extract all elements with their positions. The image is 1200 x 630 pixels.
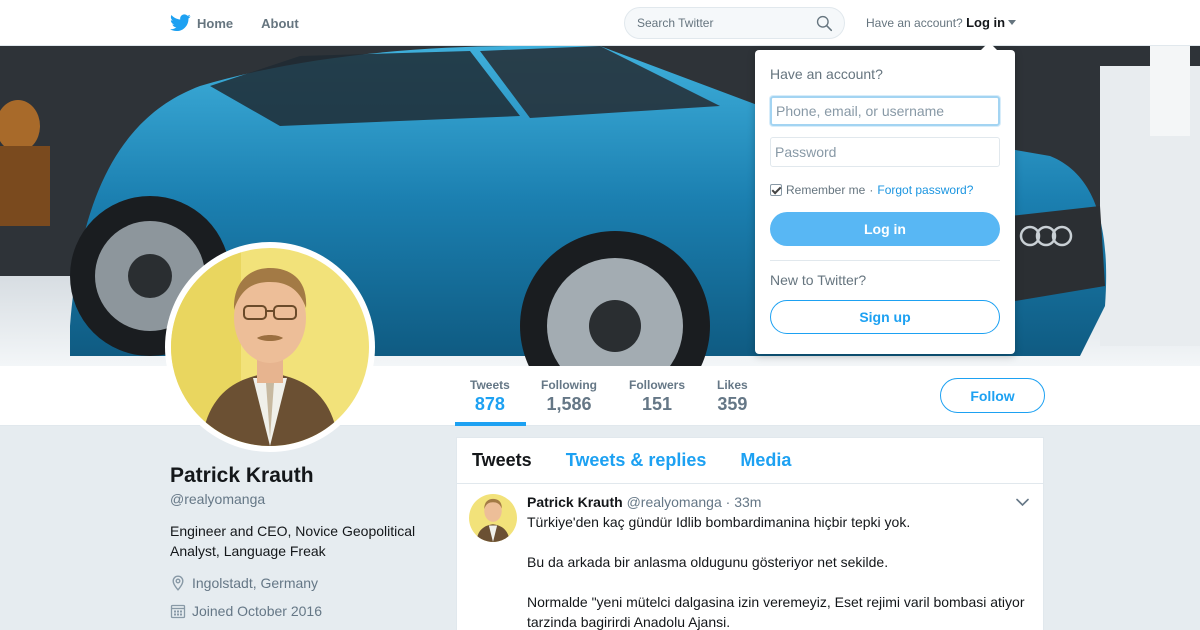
tweet-paragraph: Normalde "yeni mütelci dalgasina izin ve… xyxy=(527,594,1025,630)
profile-joined-text: Joined October 2016 xyxy=(192,603,322,619)
caret-down-icon xyxy=(1008,20,1017,25)
stat-likes[interactable]: Likes 359 xyxy=(717,378,748,415)
account-prompt: Have an account? xyxy=(866,16,963,30)
password-field[interactable]: Password xyxy=(770,137,1000,167)
timeline: Tweets Tweets & replies Media Patrick Kr… xyxy=(456,437,1044,630)
tweet-avatar[interactable] xyxy=(469,494,517,542)
login-button[interactable]: Log in xyxy=(770,212,1000,246)
stat-followers-label: Followers xyxy=(629,378,686,392)
stat-following[interactable]: Following 1,586 xyxy=(541,378,597,415)
nav-links: Home About xyxy=(170,0,327,46)
twitter-bird-icon xyxy=(170,14,191,32)
tweet-dot: · xyxy=(725,494,731,510)
tweet-paragraph: Bu da arkada bir anlasma oldugunu göster… xyxy=(527,554,889,570)
signup-button[interactable]: Sign up xyxy=(770,300,1000,334)
account-login-toggle[interactable]: Have an account? Log in xyxy=(866,15,1017,30)
profile-location: Ingolstadt, Germany xyxy=(170,575,318,591)
nav-home-label: Home xyxy=(197,15,234,31)
profile-location-text: Ingolstadt, Germany xyxy=(192,575,319,591)
nav-home-link[interactable]: Home xyxy=(170,14,233,32)
new-to-twitter-prompt: New to Twitter? xyxy=(770,272,867,288)
location-pin-icon xyxy=(172,575,184,591)
profile-name[interactable]: Patrick Krauth xyxy=(170,464,314,488)
active-stat-underline xyxy=(455,422,526,426)
nav-about-link[interactable]: About xyxy=(261,16,299,31)
tweet-author-handle[interactable]: @realyomanga xyxy=(627,494,722,510)
tweet-author-name[interactable]: Patrick Krauth xyxy=(527,494,623,510)
timeline-tabs: Tweets Tweets & replies Media xyxy=(457,438,1043,484)
profile-handle[interactable]: @realyomanga xyxy=(170,491,265,507)
tweet-item[interactable]: Patrick Krauth @realyomanga · 33m Türkiy… xyxy=(457,484,1043,630)
tweet-header: Patrick Krauth @realyomanga · 33m xyxy=(527,494,1031,510)
divider xyxy=(770,260,1000,261)
stat-likes-label: Likes xyxy=(717,378,748,392)
stat-followers-value: 151 xyxy=(641,394,673,414)
username-field[interactable]: Phone, email, or username xyxy=(770,96,1000,126)
top-navigation-bar: Home About Search Twitter Have an accoun… xyxy=(0,0,1200,46)
login-dropdown: Have an account? Phone, email, or userna… xyxy=(755,42,1015,354)
stat-following-value: 1,586 xyxy=(546,394,592,414)
remember-separator: · xyxy=(869,183,874,197)
tweet-avatar-photo xyxy=(469,494,517,542)
avatar-photo xyxy=(171,248,369,446)
profile-joined: Joined October 2016 xyxy=(170,603,322,619)
calendar-icon xyxy=(170,604,186,619)
remember-row: Remember me · Forgot password? xyxy=(770,183,973,197)
stat-tweets-value: 878 xyxy=(474,394,505,414)
follow-button[interactable]: Follow xyxy=(940,378,1045,413)
stat-following-label: Following xyxy=(541,378,597,392)
stat-tweets[interactable]: Tweets 878 xyxy=(470,378,510,415)
password-placeholder: Password xyxy=(775,144,837,160)
tweet-paragraph: Türkiye'den kaç gündür Idlib bombardiman… xyxy=(527,514,911,530)
login-dropdown-title: Have an account? xyxy=(770,66,883,82)
tweet-text: Türkiye'den kaç gündür Idlib bombardiman… xyxy=(527,512,1031,630)
tweet-timestamp[interactable]: 33m xyxy=(734,494,761,510)
tab-tweets-and-replies[interactable]: Tweets & replies xyxy=(566,450,707,471)
avatar[interactable] xyxy=(171,248,369,446)
stat-followers[interactable]: Followers 151 xyxy=(629,378,685,415)
remember-me-checkbox[interactable] xyxy=(770,184,782,196)
search-input[interactable]: Search Twitter xyxy=(624,7,845,39)
username-placeholder: Phone, email, or username xyxy=(776,103,945,119)
stat-tweets-label: Tweets xyxy=(470,378,510,392)
tab-tweets[interactable]: Tweets xyxy=(472,450,532,471)
remember-me-label[interactable]: Remember me xyxy=(786,183,865,197)
search-placeholder: Search Twitter xyxy=(637,16,714,30)
forgot-password-link[interactable]: Forgot password? xyxy=(877,183,973,197)
login-link[interactable]: Log in xyxy=(966,15,1005,30)
chevron-down-icon[interactable] xyxy=(1016,498,1029,507)
search-icon[interactable] xyxy=(816,15,833,32)
tab-media[interactable]: Media xyxy=(740,450,791,471)
profile-bio: Engineer and CEO, Novice Geopolitical An… xyxy=(170,523,416,559)
stat-likes-value: 359 xyxy=(717,394,748,414)
